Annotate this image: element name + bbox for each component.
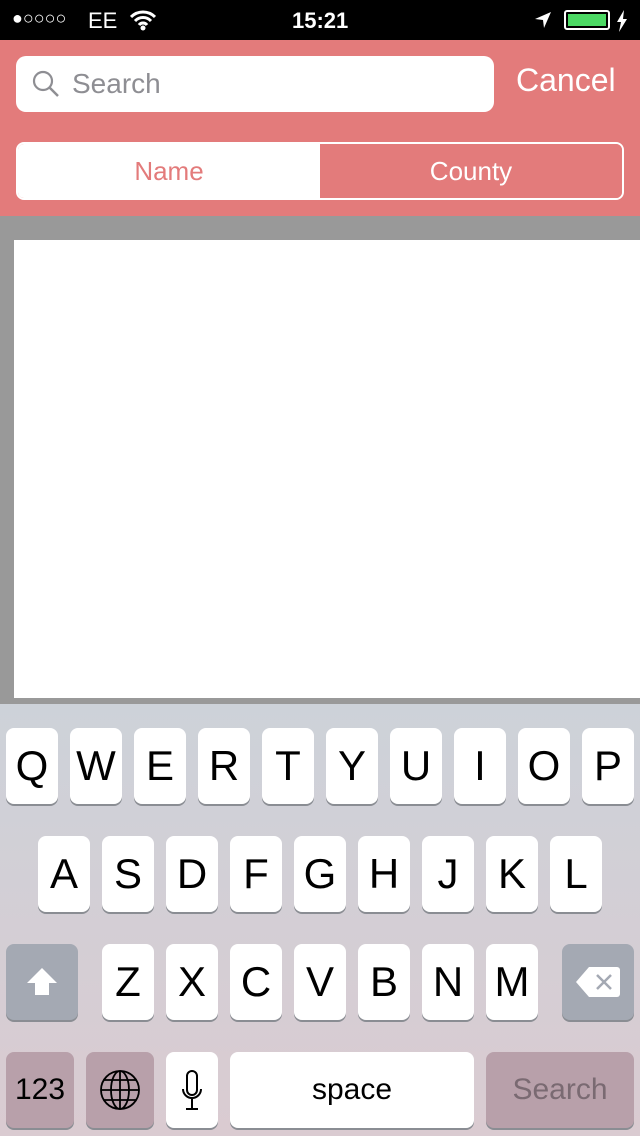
shift-key[interactable]	[6, 944, 78, 1020]
delete-key[interactable]	[562, 944, 634, 1020]
key-l[interactable]: L	[550, 836, 602, 912]
key-e[interactable]: E	[134, 728, 186, 804]
backspace-icon	[576, 967, 620, 997]
key-c[interactable]: C	[230, 944, 282, 1020]
space-key[interactable]: space	[230, 1052, 474, 1128]
results-panel	[14, 240, 640, 698]
key-b[interactable]: B	[358, 944, 410, 1020]
numbers-key[interactable]: 123	[6, 1052, 74, 1128]
charging-bolt-icon	[617, 10, 627, 32]
key-k[interactable]: K	[486, 836, 538, 912]
search-input[interactable]: Search	[16, 56, 494, 112]
key-f[interactable]: F	[230, 836, 282, 912]
microphone-icon	[182, 1070, 202, 1110]
globe-key[interactable]	[86, 1052, 154, 1128]
key-w[interactable]: W	[70, 728, 122, 804]
shift-icon	[27, 968, 57, 995]
wifi-icon	[130, 10, 156, 31]
location-arrow-icon	[535, 12, 551, 28]
key-g[interactable]: G	[294, 836, 346, 912]
key-h[interactable]: H	[358, 836, 410, 912]
key-o[interactable]: O	[518, 728, 570, 804]
key-v[interactable]: V	[294, 944, 346, 1020]
key-u[interactable]: U	[390, 728, 442, 804]
carrier: EE	[88, 8, 118, 33]
clock: 15:21	[292, 8, 349, 33]
search-key[interactable]: Search	[486, 1052, 634, 1128]
key-a[interactable]: A	[38, 836, 90, 912]
globe-icon	[100, 1070, 140, 1110]
key-p[interactable]: P	[582, 728, 634, 804]
key-q[interactable]: Q	[6, 728, 58, 804]
key-s[interactable]: S	[102, 836, 154, 912]
cancel-button[interactable]: Cancel	[516, 62, 616, 99]
key-r[interactable]: R	[198, 728, 250, 804]
status-bar: ●○○○○ EE 15:21	[0, 0, 640, 40]
key-t[interactable]: T	[262, 728, 314, 804]
segment-name[interactable]: Name	[18, 144, 320, 198]
key-j[interactable]: J	[422, 836, 474, 912]
segment-county[interactable]: County	[320, 144, 622, 198]
dictation-key[interactable]	[166, 1052, 218, 1128]
key-i[interactable]: I	[454, 728, 506, 804]
scope-segmented-control: Name County	[16, 142, 624, 200]
key-d[interactable]: D	[166, 836, 218, 912]
search-icon	[32, 70, 59, 97]
key-z[interactable]: Z	[102, 944, 154, 1020]
signal-strength: ●○○○○	[12, 8, 67, 28]
search-placeholder: Search	[72, 68, 161, 99]
key-n[interactable]: N	[422, 944, 474, 1020]
key-y[interactable]: Y	[326, 728, 378, 804]
battery-icon	[564, 10, 610, 30]
key-x[interactable]: X	[166, 944, 218, 1020]
key-m[interactable]: M	[486, 944, 538, 1020]
